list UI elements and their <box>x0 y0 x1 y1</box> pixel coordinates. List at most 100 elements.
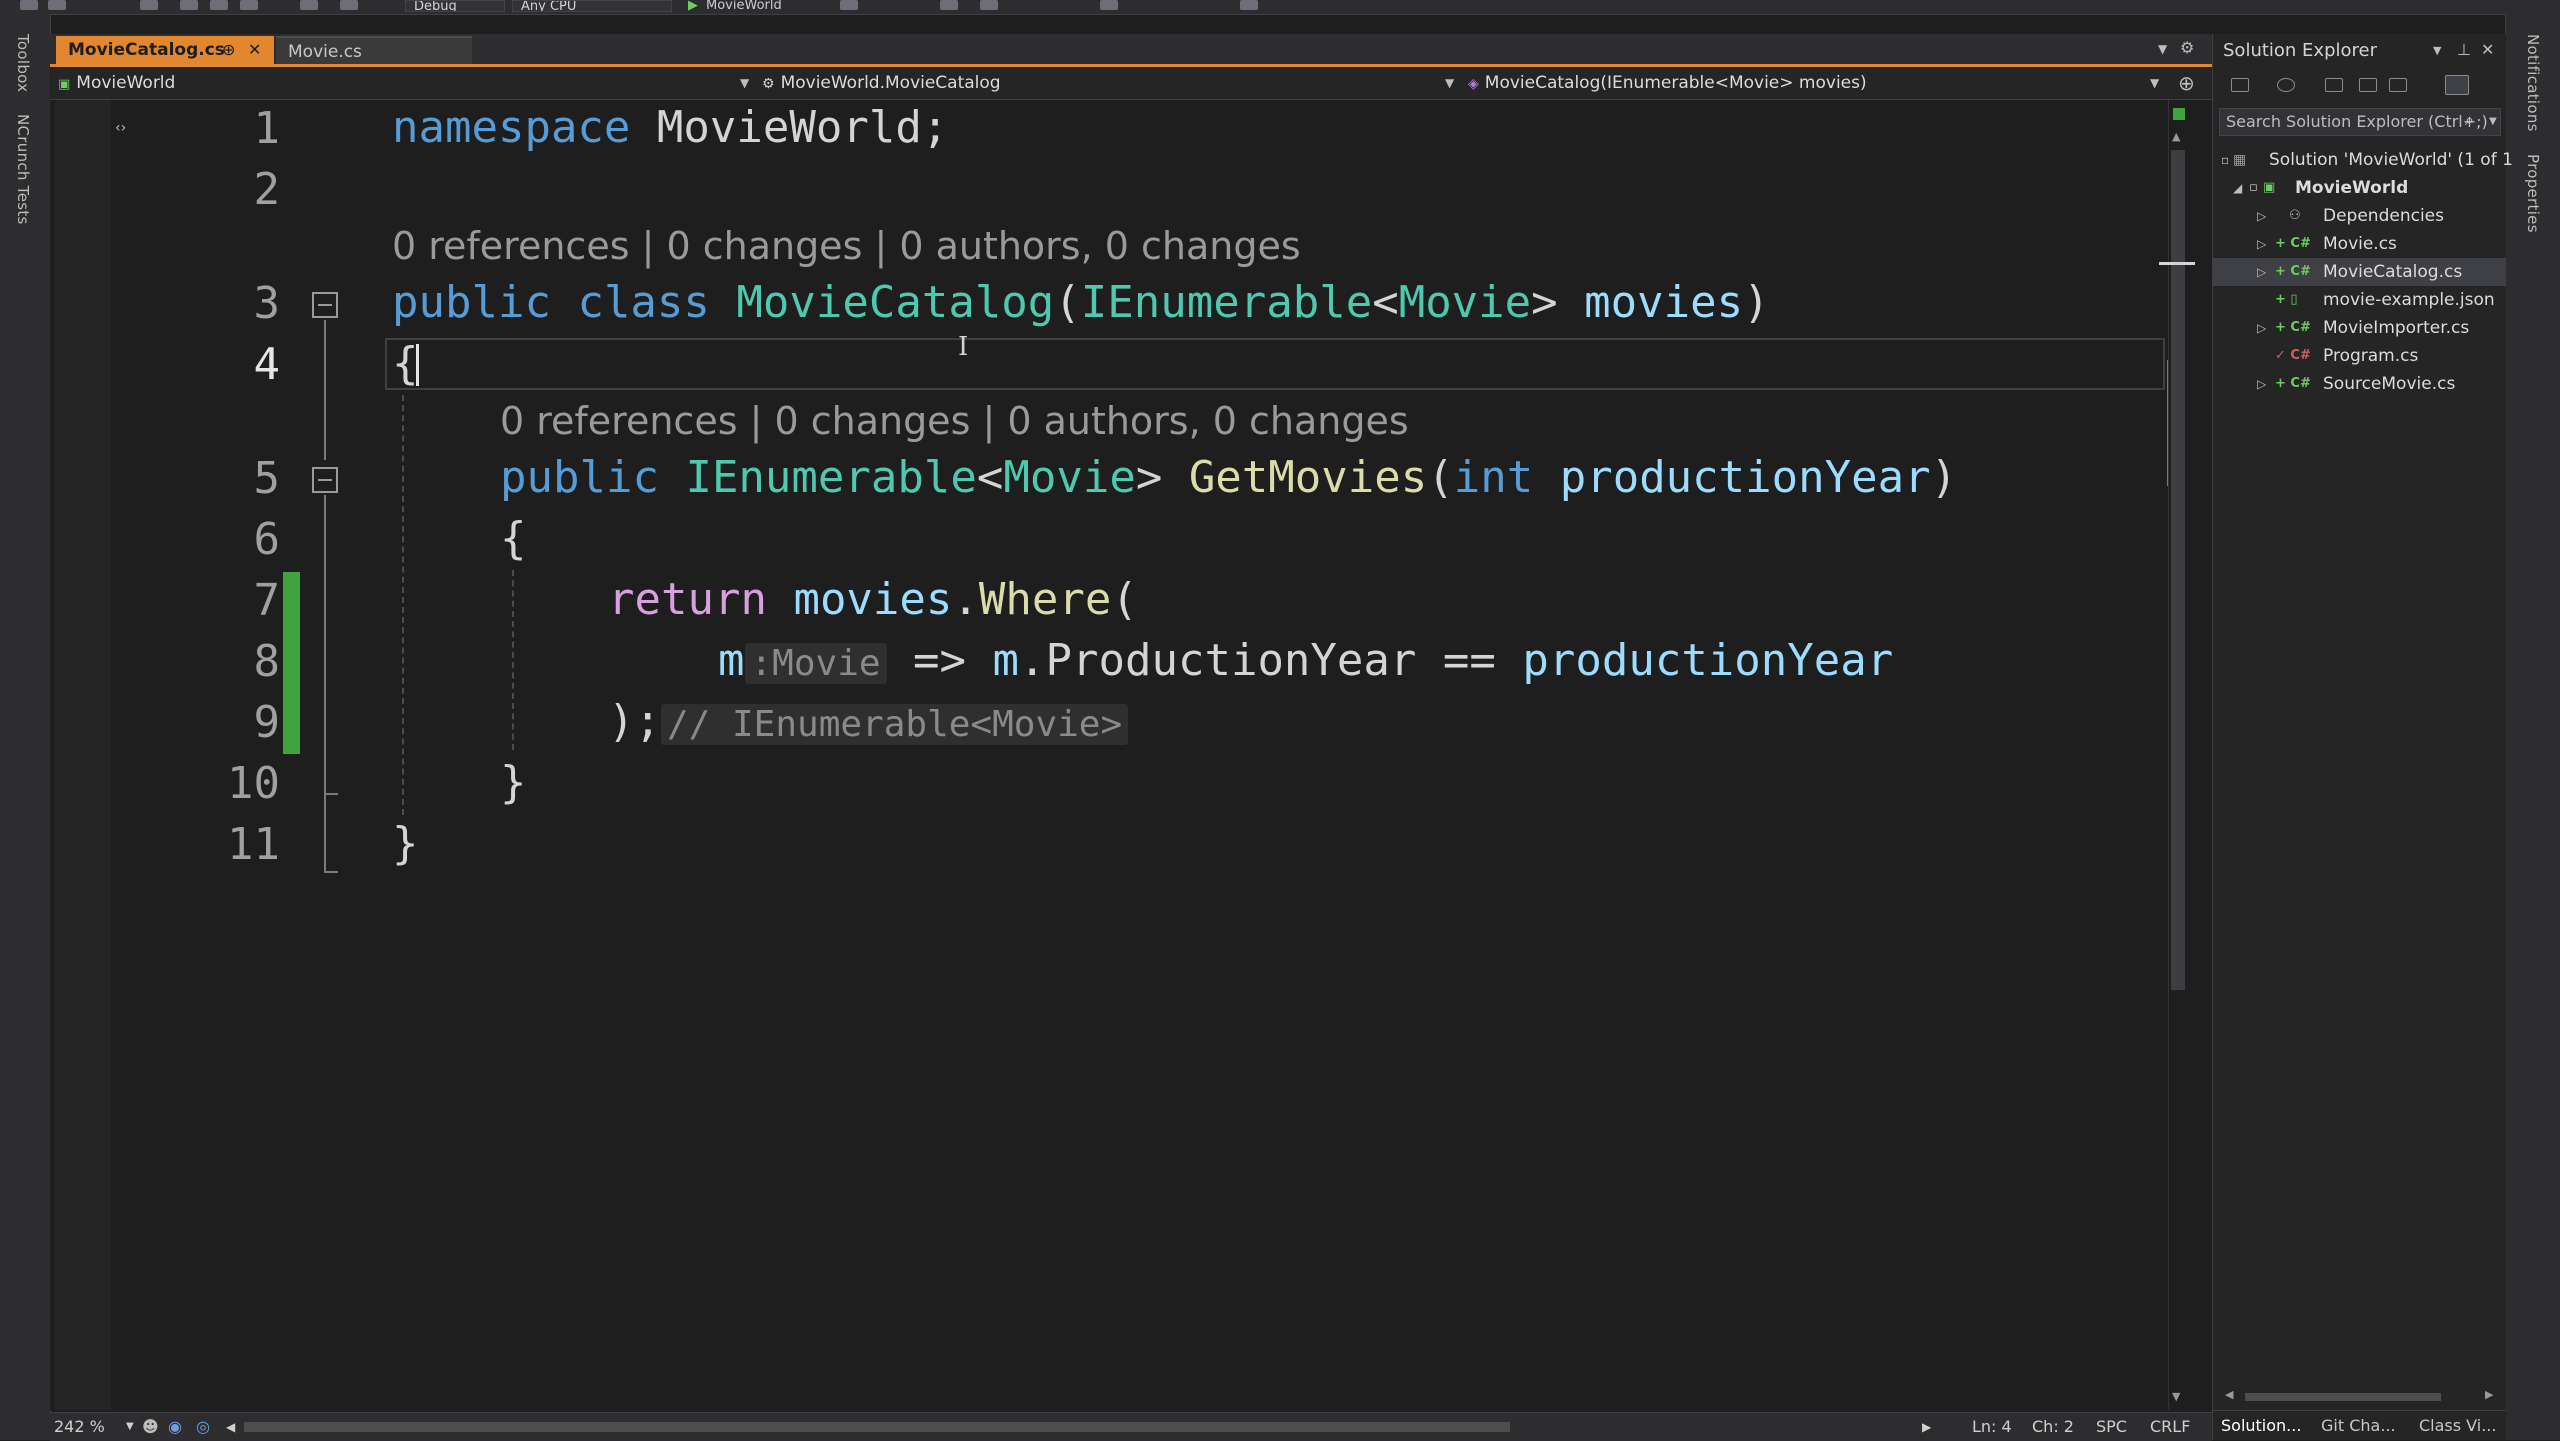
switch-views-icon[interactable] <box>2231 78 2249 92</box>
preview-icon[interactable] <box>2445 75 2469 95</box>
tree-item-movie-example-json[interactable]: + ▯ movie-example.json <box>2213 286 2506 314</box>
code-line-1[interactable]: namespace MovieWorld; <box>392 98 948 158</box>
save-icon[interactable] <box>210 0 228 10</box>
type-dropdown[interactable]: ⚙ MovieWorld.MovieCatalog <box>762 67 1452 99</box>
code-line-5[interactable]: public IEnumerable<Movie> GetMovies(int … <box>500 448 1957 508</box>
code-line-6[interactable]: { <box>500 509 527 569</box>
code-line-3[interactable]: public class MovieCatalog(IEnumerable<Mo… <box>392 273 1770 333</box>
editor-vertical-scrollbar[interactable]: ▲ ▼ <box>2159 100 2195 1410</box>
browser-link-icon[interactable] <box>940 0 958 10</box>
code-lens[interactable]: 0 references | 0 changes | 0 authors, 0 … <box>392 219 1301 273</box>
tab-solution[interactable]: Solution... <box>2221 1411 2301 1441</box>
properties-tab[interactable]: Properties <box>2524 154 2542 233</box>
tree-item-movie[interactable]: ▷ + C# Movie.cs <box>2213 230 2506 258</box>
sync-icon[interactable] <box>2325 78 2343 92</box>
split-editor-icon[interactable]: ⊕ <box>2178 71 2195 95</box>
tab-git-changes[interactable]: Git Cha... <box>2321 1411 2396 1441</box>
tab-overflow-dropdown[interactable]: ▼ <box>2158 42 2167 56</box>
zoom-level[interactable]: 242 % <box>54 1413 105 1441</box>
attach-icon[interactable] <box>980 0 998 10</box>
collapsed-arrow-icon[interactable]: ▷ <box>2257 370 2266 398</box>
expanded-arrow-icon[interactable]: ◢ <box>2233 174 2242 202</box>
line-ending-indicator[interactable]: CRLF <box>2150 1413 2190 1441</box>
scroll-left-icon[interactable]: ◀ <box>2225 1388 2233 1401</box>
collapsed-arrow-icon[interactable]: ▷ <box>2257 314 2266 342</box>
code-line-8[interactable]: m:Movie => m.ProductionYear == productio… <box>718 631 1893 694</box>
open-folder-icon[interactable] <box>180 0 198 10</box>
close-icon[interactable]: ✕ <box>2481 40 2494 59</box>
chevron-down-icon[interactable]: ▼ <box>2489 116 2497 127</box>
settings-icon[interactable]: ⚙ <box>2180 38 2194 57</box>
code-map-icon: ‹› <box>115 120 127 136</box>
horizontal-scroll-thumb[interactable] <box>244 1422 1510 1432</box>
tree-item-solution[interactable]: ▫ ▦ Solution 'MovieWorld' (1 of 1 <box>2213 146 2513 174</box>
tree-item-program[interactable]: ✓ C# Program.cs <box>2213 342 2506 370</box>
toolbox-tab[interactable]: Toolbox <box>14 34 32 92</box>
code-line-7[interactable]: return movies.Where( <box>608 570 1138 630</box>
scroll-left-icon[interactable]: ◀ <box>226 1413 235 1441</box>
chevron-down-icon[interactable]: ▼ <box>2150 67 2159 99</box>
solution-explorer-panel: Solution Explorer ▼ ⊥ ✕ Search Solution … <box>2212 34 2513 1441</box>
scroll-right-icon[interactable]: ▶ <box>2485 1388 2493 1401</box>
chevron-down-icon[interactable]: ▼ <box>740 67 749 99</box>
collapse-toggle[interactable] <box>312 467 338 493</box>
scroll-down-icon[interactable]: ▼ <box>2172 1390 2180 1403</box>
platform-dropdown[interactable]: Any CPU <box>512 0 672 12</box>
collapse-toggle[interactable] <box>312 292 338 318</box>
collapsed-arrow-icon[interactable]: ▷ <box>2257 202 2266 230</box>
whitespace-indicator[interactable]: SPC <box>2096 1413 2127 1441</box>
tree-item-project[interactable]: ◢ ▫ ▣ MovieWorld <box>2213 174 2506 202</box>
ncrunch-tests-tab[interactable]: NCrunch Tests <box>14 114 32 225</box>
bookmark-icon[interactable] <box>1240 0 1258 10</box>
notifications-tab[interactable]: Notifications <box>2524 34 2542 132</box>
redo-icon[interactable] <box>340 0 358 10</box>
chevron-down-icon[interactable]: ▼ <box>2433 44 2441 57</box>
tree-item-dependencies[interactable]: ▷ ⚇ Dependencies <box>2213 202 2506 230</box>
tab-moviecatalog[interactable]: MovieCatalog.cs ⊕ ✕ <box>56 36 274 64</box>
health-icon[interactable]: ◉ <box>168 1413 182 1441</box>
history-icon[interactable] <box>2277 78 2295 92</box>
configuration-dropdown[interactable]: Debug <box>405 0 505 12</box>
code-line-10[interactable]: } <box>500 753 527 813</box>
collapse-all-icon[interactable] <box>2359 78 2377 92</box>
comment-icon[interactable] <box>1100 0 1118 10</box>
close-icon[interactable]: ✕ <box>248 36 261 64</box>
collapsed-arrow-icon[interactable]: ▷ <box>2257 230 2266 258</box>
tree-item-movieimporter[interactable]: ▷ + C# MovieImporter.cs <box>2213 314 2506 342</box>
member-dropdown[interactable]: ◈ MovieCatalog(IEnumerable<Movie> movies) <box>1468 67 2168 99</box>
scroll-thumb[interactable] <box>2171 150 2185 990</box>
code-line-4[interactable]: { <box>392 334 419 394</box>
pin-icon[interactable]: ⊥ <box>2457 40 2471 59</box>
save-all-icon[interactable] <box>240 0 258 10</box>
column-indicator[interactable]: Ch: 2 <box>2032 1413 2074 1441</box>
tab-class-view[interactable]: Class Vi... <box>2419 1411 2496 1441</box>
copilot-icon[interactable]: ☻ <box>142 1413 159 1441</box>
new-item-icon[interactable] <box>140 0 158 10</box>
solution-search-input[interactable]: Search Solution Explorer (Ctrl+;) <box>2219 108 2501 136</box>
back-icon[interactable] <box>20 0 38 10</box>
scroll-up-icon[interactable]: ▲ <box>2172 130 2180 143</box>
show-all-files-icon[interactable] <box>2389 78 2407 92</box>
tree-item-sourcemovie[interactable]: ▷ + C# SourceMovie.cs <box>2213 370 2506 398</box>
undo-icon[interactable] <box>300 0 318 10</box>
code-line-9[interactable]: );// IEnumerable<Movie> <box>608 692 1129 755</box>
forward-icon[interactable] <box>48 0 66 10</box>
collapsed-arrow-icon[interactable]: ▷ <box>2257 258 2266 286</box>
zoom-dropdown-icon[interactable]: ▼ <box>126 1413 134 1441</box>
start-without-debug-icon[interactable] <box>840 0 858 10</box>
git-icon[interactable]: ◎ <box>196 1413 210 1441</box>
line-indicator[interactable]: Ln: 4 <box>1972 1413 2012 1441</box>
code-line-11[interactable]: } <box>392 814 419 874</box>
run-button[interactable]: ▶ MovieWorld <box>688 0 782 13</box>
tree-item-moviecatalog[interactable]: ▷ + C# MovieCatalog.cs <box>2213 258 2506 286</box>
scroll-right-icon[interactable]: ▶ <box>1922 1413 1931 1441</box>
solution-explorer-hscroll[interactable]: ◀ ▶ <box>2223 1388 2503 1406</box>
project-dropdown[interactable]: ▣ MovieWorld <box>58 67 748 99</box>
code-lens[interactable]: 0 references | 0 changes | 0 authors, 0 … <box>500 394 1409 448</box>
chevron-down-icon[interactable]: ▼ <box>1445 67 1454 99</box>
tab-movie[interactable]: Movie.cs <box>276 36 472 64</box>
search-icon[interactable]: ⌕ <box>2465 110 2474 130</box>
scroll-thumb[interactable] <box>2245 1393 2441 1401</box>
tree-item-label: MovieImporter.cs <box>2323 318 2470 338</box>
pin-icon[interactable]: ⊕ <box>222 36 235 64</box>
